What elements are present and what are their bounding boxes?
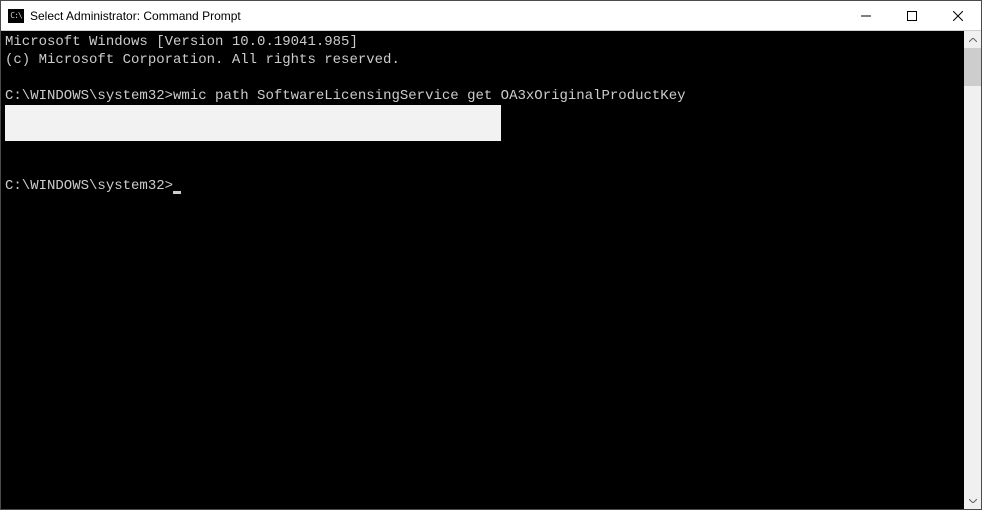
typed-command: wmic path SoftwareLicensingService get O… (173, 88, 685, 104)
output-block-start (5, 105, 964, 141)
scroll-down-button[interactable] (964, 492, 981, 509)
cmd-icon: C:\ (8, 9, 24, 23)
version-line: Microsoft Windows [Version 10.0.19041.98… (5, 33, 964, 51)
cmd-icon-glyph: C:\ (10, 12, 21, 20)
maximize-icon (907, 11, 917, 21)
window-controls (843, 1, 981, 30)
window-title: Select Administrator: Command Prompt (30, 9, 843, 23)
title-bar[interactable]: C:\ Select Administrator: Command Prompt (1, 1, 981, 31)
command-prompt-window: C:\ Select Administrator: Command Prompt… (0, 0, 982, 510)
prompt-path-2: C:\WINDOWS\system32> (5, 178, 173, 194)
close-icon (953, 11, 963, 21)
minimize-button[interactable] (843, 1, 889, 30)
vertical-scrollbar[interactable] (964, 31, 981, 509)
command-line-2: C:\WINDOWS\system32> (5, 177, 964, 195)
blank-line (5, 69, 964, 87)
command-line-1: C:\WINDOWS\system32>wmic path SoftwareLi… (5, 87, 964, 105)
copyright-line: (c) Microsoft Corporation. All rights re… (5, 51, 964, 69)
selection-highlight (5, 105, 501, 141)
text-cursor (173, 191, 181, 194)
scroll-thumb[interactable] (964, 48, 981, 86)
client-area: Microsoft Windows [Version 10.0.19041.98… (1, 31, 981, 509)
chevron-down-icon (969, 499, 977, 503)
maximize-button[interactable] (889, 1, 935, 30)
console-output[interactable]: Microsoft Windows [Version 10.0.19041.98… (1, 31, 964, 509)
chevron-up-icon (969, 38, 977, 42)
prompt-path-1: C:\WINDOWS\system32> (5, 88, 173, 104)
minimize-icon (861, 11, 871, 21)
blank-line-2 (5, 141, 964, 159)
blank-line-3 (5, 159, 964, 177)
close-button[interactable] (935, 1, 981, 30)
scroll-up-button[interactable] (964, 31, 981, 48)
